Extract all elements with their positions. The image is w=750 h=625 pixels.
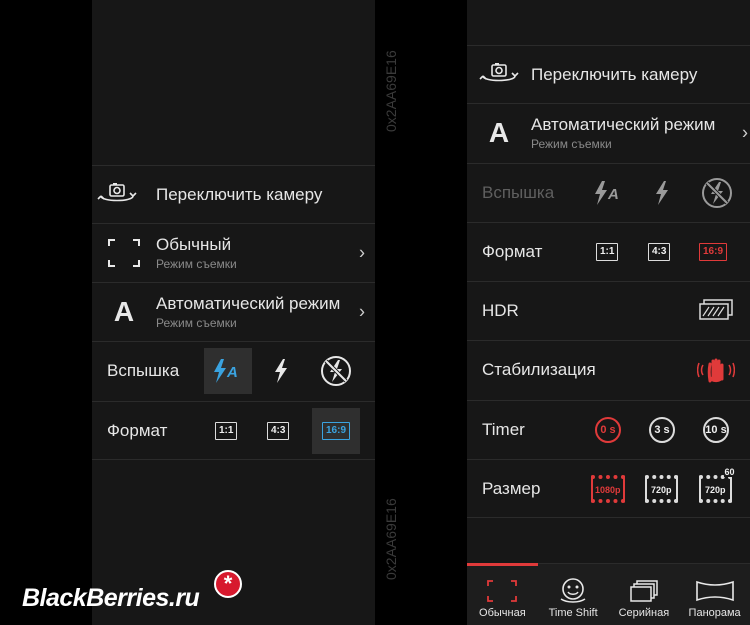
camera-settings-panel-right: Переключить камеру A Автоматический режи… <box>467 0 750 625</box>
tab-panorama[interactable]: Панорама <box>679 564 750 625</box>
tab-burst[interactable]: Серийная <box>609 564 680 625</box>
shooting-mode-row[interactable]: Обычный Режим съемки › <box>92 223 375 281</box>
tab-normal[interactable]: Обычная <box>467 563 538 625</box>
size-720p-60fps-option[interactable]: 720p 60 <box>699 466 736 503</box>
stabilization-hand-icon <box>697 358 735 382</box>
scene-mode-title: Автоматический режим <box>156 293 341 313</box>
chevron-right-icon: › <box>742 122 748 142</box>
switch-camera-icon <box>467 62 531 88</box>
brand-star-icon: * <box>214 570 242 598</box>
timer-10s-option[interactable]: 10 s <box>703 416 729 443</box>
switch-camera-row[interactable]: Переключить камеру <box>467 45 750 103</box>
size-1080p-option[interactable]: 1080p <box>591 474 625 503</box>
flash-off-icon <box>702 177 732 208</box>
flash-on-option[interactable] <box>272 358 290 384</box>
format-row: Формат 1:1 4:3 16:9 <box>467 222 750 280</box>
stabilization-row[interactable]: Стабилизация <box>467 340 750 398</box>
switch-camera-icon <box>92 182 142 208</box>
hdr-label: HDR <box>482 300 519 320</box>
format-label: Формат <box>482 241 543 261</box>
scene-mode-row[interactable]: A Автоматический режим Режим съемки › <box>92 282 375 340</box>
flash-row: Вспышка A <box>467 163 750 221</box>
format-label: Формат <box>107 420 168 440</box>
flash-label: Вспышка <box>482 182 555 202</box>
scene-mode-subtitle: Режим съемки <box>531 136 612 151</box>
tab-time-shift[interactable]: Time Shift <box>538 564 609 625</box>
scene-mode-row[interactable]: A Автоматический режим Режим съемки › <box>467 103 750 161</box>
format-1-1-option[interactable]: 1:1 <box>596 242 619 261</box>
flash-on-option[interactable] <box>653 180 671 206</box>
frame-icon <box>487 580 518 602</box>
hdr-icon <box>699 298 733 320</box>
hdr-row[interactable]: HDR <box>467 281 750 339</box>
format-4-3-option[interactable]: 4:3 <box>267 421 290 440</box>
shooting-mode-subtitle: Режим съемки <box>156 256 237 271</box>
chevron-right-icon: › <box>359 242 365 262</box>
divider <box>92 459 375 460</box>
size-label: Размер <box>482 478 541 498</box>
svg-text:A: A <box>607 186 619 203</box>
divider <box>467 517 750 518</box>
flash-auto-icon: A <box>214 358 238 383</box>
format-16-9-option[interactable]: 16:9 <box>312 407 360 454</box>
switch-camera-row[interactable]: Переключить камеру <box>92 165 375 223</box>
watermark: 0x2AA69E16 <box>383 498 399 580</box>
flash-off-option[interactable] <box>701 177 733 209</box>
format-16-9-option[interactable]: 16:9 <box>699 242 728 261</box>
size-720p-option[interactable]: 720p <box>645 474 678 503</box>
format-1-1-option[interactable]: 1:1 <box>215 421 238 440</box>
flash-auto-icon: A <box>595 180 619 205</box>
shooting-mode-title: Обычный <box>156 234 232 254</box>
timer-0s-option[interactable]: 0 s <box>595 416 621 443</box>
watermark: 0x2AA69E16 <box>383 50 399 132</box>
camera-settings-panel-left: Переключить камеру Обычный Режим съемки … <box>92 0 375 625</box>
brand-logo-text: BlackBerries.ru <box>22 584 200 612</box>
format-row: Формат 1:1 4:3 16:9 <box>92 401 375 459</box>
panorama-icon <box>695 580 734 602</box>
flash-auto-option[interactable]: A <box>593 180 625 206</box>
time-shift-face-icon <box>560 578 586 603</box>
svg-text:A: A <box>226 364 238 381</box>
scene-mode-subtitle: Режим съемки <box>156 315 237 330</box>
timer-3s-option[interactable]: 3 s <box>649 416 675 443</box>
flash-auto-option[interactable]: A <box>204 347 252 394</box>
scene-mode-title: Автоматический режим <box>531 114 716 134</box>
flash-off-icon <box>321 355 351 386</box>
hdr-toggle[interactable] <box>696 298 736 323</box>
chevron-right-icon: › <box>359 301 365 321</box>
burst-stack-icon <box>630 580 658 602</box>
auto-mode-icon: A <box>488 116 510 148</box>
flash-off-option[interactable] <box>320 355 352 387</box>
timer-row: Timer 0 s 3 s 10 s <box>467 400 750 458</box>
stabilization-label: Стабилизация <box>482 359 596 379</box>
flash-row: Вспышка A <box>92 341 375 399</box>
stabilization-toggle[interactable] <box>697 357 735 383</box>
fps-badge: 60 <box>723 466 736 477</box>
format-4-3-option[interactable]: 4:3 <box>648 242 671 261</box>
switch-camera-label: Переключить камеру <box>531 64 698 84</box>
timer-label: Timer <box>482 419 525 439</box>
auto-mode-icon: A <box>113 295 135 327</box>
size-row: Размер 1080p 720p 720p 60 <box>467 459 750 517</box>
capture-mode-tabbar: Обычная Time Shift Серийная Панорама <box>467 563 750 625</box>
switch-camera-label: Переключить камеру <box>156 184 323 204</box>
flash-on-icon <box>275 358 287 383</box>
flash-label: Вспышка <box>107 360 180 380</box>
flash-on-icon <box>656 180 668 205</box>
frame-icon <box>92 238 156 268</box>
